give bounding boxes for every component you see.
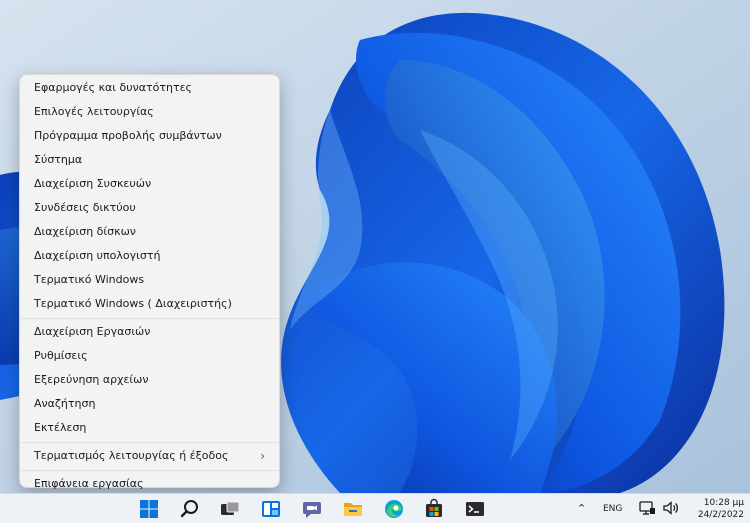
terminal-icon[interactable]: [464, 498, 486, 520]
teams-chat-icon[interactable]: [301, 498, 323, 520]
menu-item-shutdown-signout[interactable]: Τερματισμός λειτουργίας ή έξοδος ›: [20, 444, 279, 468]
network-icon[interactable]: [638, 499, 656, 517]
menu-item-terminal[interactable]: Τερματικό Windows: [20, 268, 279, 292]
chevron-right-icon: ›: [260, 449, 265, 463]
clock[interactable]: 10:28 μμ 24/2/2022: [698, 497, 744, 521]
widgets-icon[interactable]: [260, 498, 282, 520]
store-icon[interactable]: [423, 498, 445, 520]
menu-item-computer-management[interactable]: Διαχείριση υπολογιστή: [20, 244, 279, 268]
language-indicator[interactable]: ENG: [603, 504, 622, 514]
menu-item-event-viewer[interactable]: Πρόγραμμα προβολής συμβάντων: [20, 124, 279, 148]
menu-separator: [20, 442, 279, 443]
menu-item-power-options[interactable]: Επιλογές λειτουργίας: [20, 100, 279, 124]
file-explorer-icon[interactable]: [342, 498, 364, 520]
clock-date: 24/2/2022: [697, 510, 744, 520]
menu-item-system[interactable]: Σύστημα: [20, 148, 279, 172]
menu-item-task-manager[interactable]: Διαχείριση Εργασιών: [20, 320, 279, 344]
menu-item-settings[interactable]: Ρυθμίσεις: [20, 344, 279, 368]
menu-item-network-connections[interactable]: Συνδέσεις δικτύου: [20, 196, 279, 220]
task-view-icon[interactable]: [219, 498, 241, 520]
menu-item-disk-management[interactable]: Διαχείριση δίσκων: [20, 220, 279, 244]
menu-item-file-explorer[interactable]: Εξερεύνηση αρχείων: [20, 368, 279, 392]
menu-item-search[interactable]: Αναζήτηση: [20, 392, 279, 416]
volume-icon[interactable]: [662, 499, 680, 517]
start-context-menu: Εφαρμογές και δυνατότητες Επιλογές λειτο…: [19, 74, 280, 490]
clock-time: 10:28 μμ: [703, 498, 744, 508]
chevron-up-icon[interactable]: ⌃: [577, 502, 586, 515]
menu-item-terminal-admin[interactable]: Τερματικό Windows ( Διαχειριστής): [20, 292, 279, 316]
windows-start-icon[interactable]: [138, 498, 160, 520]
menu-item-run[interactable]: Εκτέλεση: [20, 416, 279, 440]
menu-separator: [20, 318, 279, 319]
menu-item-label: Τερματισμός λειτουργίας ή έξοδος: [34, 449, 229, 462]
taskbar: ⌃ ENG 10:28 μμ 24/2/2022: [0, 493, 750, 523]
edge-icon[interactable]: [383, 498, 405, 520]
search-icon[interactable]: [179, 498, 201, 520]
menu-separator: [20, 470, 279, 471]
menu-item-device-manager[interactable]: Διαχείριση Συσκευών: [20, 172, 279, 196]
menu-item-apps-features[interactable]: Εφαρμογές και δυνατότητες: [20, 76, 279, 100]
